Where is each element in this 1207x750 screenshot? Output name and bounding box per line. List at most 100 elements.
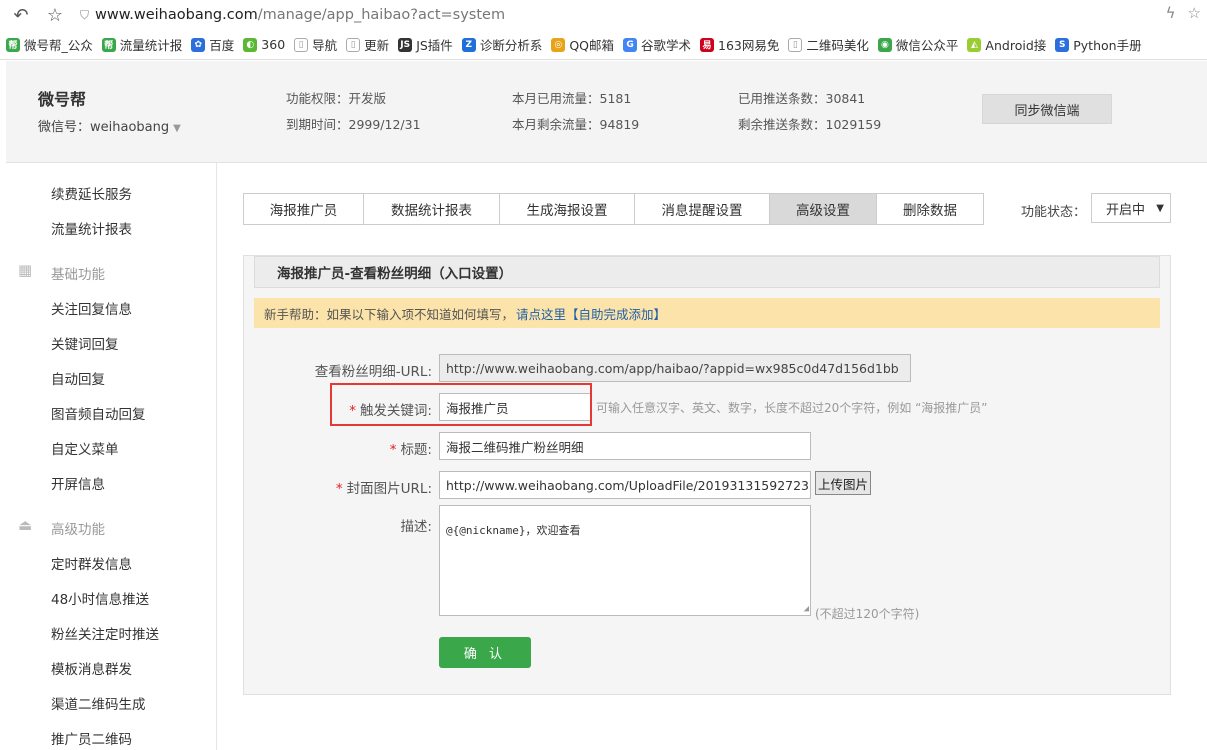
title-input[interactable]: 海报二维码推广粉丝明细 [439, 432, 811, 460]
wechat-account-selector[interactable]: 微信号：weihaobang ▼ [38, 116, 181, 135]
bookmark-label: 百度 [209, 38, 235, 53]
url-label: 查看粉丝明细-URL: [314, 364, 432, 380]
dropdown-arrow-icon: ▼ [1156, 202, 1164, 214]
help-bar: 新手帮助：如果以下输入项不知道如何填写， 请点这里【自助完成添加】 [254, 298, 1160, 328]
bookmark-label: JS插件 [416, 38, 453, 53]
bookmark-item[interactable]: S Python手册 [1055, 35, 1142, 54]
page-icon: ▯ [346, 37, 361, 52]
required-mark: * [335, 481, 343, 497]
sidebar-item-traffic-report[interactable]: 流量统计报表 [51, 218, 132, 238]
panel-title: 海报推广员-查看粉丝明细（入口设置） [254, 256, 1160, 288]
url-path: /manage/app_haibao?act=system [257, 7, 506, 23]
sidebar-item-scheduled-mass[interactable]: 定时群发信息 [51, 553, 132, 573]
sidebar-item-template-mass[interactable]: 模板消息群发 [51, 658, 132, 678]
bookmark-label: QQ邮箱 [569, 38, 615, 53]
bookmarks-bar: 帮微号帮_公众帮流量统计报 ✿ 百度 ◐ 360 ▯ 导航 ▯ 更新 JS JS插件 Z 诊断分析系 ◎ Q… [0, 30, 1207, 60]
qq-mail-icon: ◎ [551, 37, 566, 52]
sidebar-item-promoter-qrcode[interactable]: 推广员二维码 [51, 728, 132, 748]
green-circle-icon: 帮 [101, 37, 116, 52]
bookmark-label: 微信公众平 [895, 38, 959, 53]
sidebar-item-follow-reply[interactable]: 关注回复信息 [51, 298, 132, 318]
bookmark-label: 诊断分析系 [479, 38, 543, 53]
sync-wechat-button[interactable]: 同步微信端 [982, 94, 1112, 124]
sidebar-group-advanced[interactable]: 高级功能 [51, 518, 105, 538]
bookmark-label: 谷歌学术 [641, 38, 692, 53]
highlight-box [330, 383, 592, 426]
title-label-text: 标题: [400, 442, 432, 458]
bookmark-item[interactable]: ✿ 百度 [191, 35, 234, 54]
sidebar-item-splash[interactable]: 开屏信息 [51, 473, 105, 493]
bookmark-item[interactable]: G 谷歌学术 [623, 35, 691, 54]
bookmark-label: Android接 [985, 38, 1047, 53]
tab-advanced-settings[interactable]: 高级设置 [770, 194, 877, 224]
page-icon: ▯ [294, 37, 309, 52]
sidebar-item-media-reply[interactable]: 图音频自动回复 [51, 403, 146, 423]
url-field[interactable]: ⛉ www.weihaobang.com /manage/app_haibao?… [80, 7, 505, 23]
settings-panel: 海报推广员-查看粉丝明细（入口设置） 新手帮助：如果以下输入项不知道如何填写， … [243, 255, 1171, 695]
sidebar-item-custom-menu[interactable]: 自定义菜单 [51, 438, 119, 458]
bookmark-label: Python手册 [1073, 38, 1142, 53]
sidebar-group-basic[interactable]: 基础功能 [51, 263, 105, 283]
bookmark-label: 360 [261, 37, 286, 52]
required-mark: * [389, 442, 397, 458]
used-traffic-text: 本月已用流量：5181 [512, 91, 632, 106]
bookmark-label: 导航 [312, 38, 338, 53]
lightning-icon[interactable]: ϟ [1166, 4, 1176, 22]
favorite-icon[interactable]: ☆ [1188, 4, 1201, 22]
163-icon: 易 [700, 37, 715, 52]
expire-text: 到期时间：2999/12/31 [286, 117, 421, 132]
bookmark-item[interactable]: 帮微号帮_公众 [6, 35, 93, 54]
help-link[interactable]: 请点这里【自助完成添加】 [516, 304, 666, 323]
bookmark-item[interactable]: ◭ Android接 [967, 35, 1046, 54]
desc-label: 描述: [400, 519, 432, 535]
back-icon[interactable]: ↶ [10, 4, 32, 26]
tab-notification-settings[interactable]: 消息提醒设置 [635, 194, 770, 224]
status-select[interactable]: 开启中 ▼ [1091, 193, 1171, 223]
page-icon: ▯ [788, 37, 803, 52]
title-label: * 标题: [264, 438, 432, 458]
inbox-icon: ⏏ [18, 516, 33, 534]
bookmark-item[interactable]: 帮流量统计报 [101, 35, 183, 54]
grid-icon: ▦ [18, 261, 33, 279]
star-icon[interactable]: ☆ [44, 4, 66, 26]
sidebar-item-keyword-reply[interactable]: 关键词回复 [51, 333, 119, 353]
url-host: www.weihaobang.com [95, 7, 258, 23]
sidebar-item-renew[interactable]: 续费延长服务 [51, 183, 132, 203]
bookmark-item[interactable]: ◉ 微信公众平 [877, 35, 959, 54]
used-push-text: 已用推送条数：30841 [738, 91, 866, 106]
sidebar-item-channel-qrcode[interactable]: 渠道二维码生成 [51, 693, 146, 713]
bookmark-item[interactable]: Z 诊断分析系 [461, 35, 543, 54]
bookmark-item[interactable]: ◎ QQ邮箱 [551, 35, 614, 54]
wechat-icon: ◉ [877, 37, 892, 52]
360-icon: ◐ [243, 37, 258, 52]
description-textarea[interactable]: @{@nickname}，欢迎查看 ◢ [439, 505, 811, 616]
bookmark-item[interactable]: ◐ 360 [243, 37, 285, 52]
confirm-button[interactable]: 确 认 [439, 637, 531, 668]
sidebar-item-follow-timed-push[interactable]: 粉丝关注定时推送 [51, 623, 159, 643]
baidu-paw-icon: ✿ [191, 37, 206, 52]
bookmark-item[interactable]: ▯ 更新 [346, 35, 389, 54]
sidebar-item-48h-push[interactable]: 48小时信息推送 [51, 588, 149, 608]
brand-name: 微号帮 [38, 90, 87, 109]
bookmark-label: 流量统计报 [119, 38, 183, 53]
tab-poster-settings[interactable]: 生成海报设置 [500, 194, 635, 224]
bookmark-label: 二维码美化 [806, 38, 869, 53]
fans-detail-url-field[interactable]: http://www.weihaobang.com/app/haibao/?ap… [439, 354, 911, 382]
sidebar-item-auto-reply[interactable]: 自动回复 [51, 368, 105, 388]
cover-url-input[interactable]: http://www.weihaobang.com/UploadFile/201… [439, 471, 811, 499]
google-g-icon: G [623, 37, 638, 52]
bookmark-label: 更新 [364, 38, 390, 53]
tab-delete-data[interactable]: 删除数据 [877, 194, 983, 224]
sidebar: 续费延长服务 流量统计报表 ▦ 基础功能 关注回复信息 关键词回复 自动回复 图… [6, 163, 217, 750]
upload-image-button[interactable]: 上传图片 [815, 471, 871, 495]
bookmark-item[interactable]: ▯ 导航 [294, 35, 337, 54]
bookmark-item[interactable]: 易 163网易免 [700, 35, 779, 54]
tab-bar: 海报推广员 数据统计报表 生成海报设置 消息提醒设置 高级设置 删除数据 [243, 193, 984, 225]
tab-data-report[interactable]: 数据统计报表 [364, 194, 500, 224]
tab-poster-promoter[interactable]: 海报推广员 [244, 194, 364, 224]
bookmark-item[interactable]: JS JS插件 [398, 35, 453, 54]
desc-hint: (不超过120个字符) [815, 607, 920, 621]
resize-handle-icon[interactable]: ◢ [804, 604, 809, 614]
description-text: @{@nickname}，欢迎查看 [446, 524, 581, 537]
bookmark-item[interactable]: ▯ 二维码美化 [788, 35, 869, 54]
